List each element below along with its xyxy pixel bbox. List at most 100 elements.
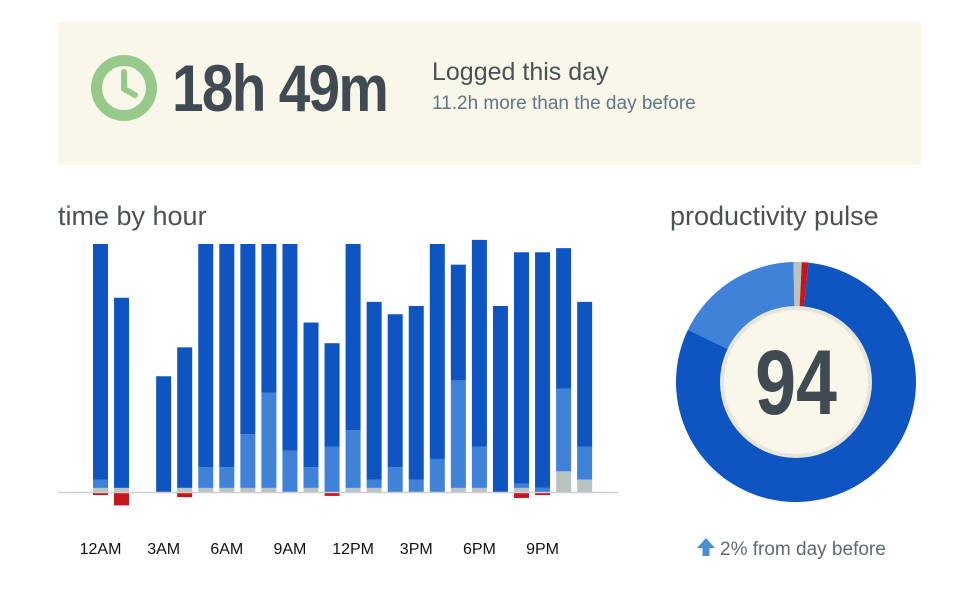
time-by-hour-title: time by hour	[58, 201, 207, 231]
bar-segment-productive	[450, 380, 466, 488]
bar-12PM[interactable]	[345, 244, 361, 492]
bar-segment-productive	[93, 479, 108, 488]
bar-segment-productive	[387, 467, 403, 492]
bar-segment-distracting	[93, 493, 108, 496]
bar-segment-productive	[324, 446, 340, 492]
logged-title: Logged this day	[432, 58, 609, 86]
bar-segment-very_productive	[492, 306, 508, 492]
bar-segment-very_productive	[577, 301, 593, 447]
pulse-change-text: 2% from day before	[720, 539, 886, 560]
bar-segment-very_productive	[514, 252, 529, 484]
bar-segment-productive	[219, 467, 235, 488]
logged-comparison: 11.2h more than the day before	[432, 93, 696, 114]
bar-segment-productive	[577, 446, 593, 480]
bar-segment-productive	[303, 467, 319, 488]
bar-segment-very_productive	[156, 376, 172, 492]
pulse-score: 94	[755, 331, 837, 434]
bar-segment-distracting	[114, 493, 130, 506]
bar-8PM[interactable]	[514, 252, 529, 498]
bar-10PM[interactable]	[556, 248, 572, 492]
bar-segment-productive	[471, 446, 487, 488]
bar-9PM[interactable]	[535, 252, 551, 496]
bar-segment-very_productive	[198, 244, 214, 468]
bar-segment-distracting	[514, 493, 529, 498]
bar-9AM[interactable]	[282, 244, 298, 492]
bar-segment-neutral	[366, 487, 382, 492]
clock-icon	[91, 55, 157, 121]
x-tick-label: 6AM	[210, 541, 243, 558]
bar-segment-distracting	[324, 493, 340, 496]
bar-segment-very_productive	[303, 322, 319, 468]
bar-5PM[interactable]	[450, 264, 466, 492]
arrow-up-icon	[697, 538, 715, 556]
bar-segment-neutral	[93, 487, 108, 492]
bar-segment-productive	[240, 434, 256, 488]
bar-segment-neutral	[240, 487, 256, 492]
bar-segment-very_productive	[177, 347, 193, 488]
bar-11PM[interactable]	[577, 301, 593, 492]
bar-7AM[interactable]	[240, 244, 256, 492]
x-tick-label: 9AM	[273, 541, 306, 558]
bar-segment-neutral	[514, 487, 529, 492]
bar-11AM[interactable]	[324, 343, 340, 496]
bar-segment-very_productive	[114, 297, 130, 488]
bar-1PM[interactable]	[366, 301, 382, 492]
bar-segment-productive	[198, 467, 214, 488]
bar-segment-neutral	[556, 471, 572, 492]
bar-segment-neutral	[345, 487, 361, 492]
total-time: 18h 49m	[172, 51, 389, 125]
bar-segment-productive	[429, 458, 445, 492]
bar-segment-very_productive	[535, 252, 551, 488]
bar-segment-neutral	[114, 487, 130, 492]
bar-segment-productive	[408, 479, 424, 492]
bar-12AM[interactable]	[93, 244, 108, 496]
bar-segment-neutral	[219, 487, 235, 492]
bar-segment-very_productive	[471, 239, 487, 447]
bar-5AM[interactable]	[198, 244, 214, 492]
bar-1AM[interactable]	[114, 297, 130, 506]
bar-segment-very_productive	[366, 301, 382, 480]
bar-7PM[interactable]	[492, 306, 508, 492]
bar-segment-productive	[366, 479, 382, 488]
x-tick-label: 3PM	[400, 541, 433, 558]
bar-segment-very_productive	[450, 264, 466, 381]
bar-segment-neutral	[177, 487, 193, 492]
bar-segment-productive	[282, 450, 298, 492]
bar-6PM[interactable]	[471, 239, 487, 492]
x-tick-label: 6PM	[463, 541, 496, 558]
bar-segment-neutral	[303, 487, 319, 492]
bar-3AM[interactable]	[156, 376, 172, 492]
time-by-hour-chart: 12AM 3AM 6AM 9AM 12PM 3PM 6PM 9PM	[58, 239, 618, 558]
bar-3PM[interactable]	[408, 306, 424, 492]
bar-8AM[interactable]	[261, 244, 277, 492]
bar-segment-distracting	[177, 493, 193, 498]
bar-segment-very_productive	[324, 343, 340, 447]
bar-segment-productive	[514, 483, 529, 488]
productivity-pulse-chart: 94	[676, 262, 916, 502]
pulse-change: 2% from day before	[696, 537, 886, 561]
bar-segment-productive	[535, 487, 551, 492]
bar-segment-very_productive	[282, 244, 298, 451]
productivity-pulse-title: productivity pulse	[670, 201, 879, 231]
bar-2PM[interactable]	[387, 314, 403, 492]
x-tick-label: 12AM	[80, 541, 122, 558]
bar-6AM[interactable]	[219, 244, 235, 492]
bar-segment-very_productive	[387, 314, 403, 468]
bar-segment-very_productive	[240, 244, 256, 435]
bar-segment-neutral	[450, 487, 466, 492]
bar-4AM[interactable]	[177, 347, 193, 498]
bar-10AM[interactable]	[303, 322, 319, 492]
bar-segment-very_productive	[408, 306, 424, 480]
bar-segment-very_productive	[345, 244, 361, 430]
bar-segment-neutral	[198, 487, 214, 492]
x-tick-label: 9PM	[526, 541, 559, 558]
bar-segment-productive	[345, 430, 361, 488]
bar-segment-productive	[556, 388, 572, 472]
bar-segment-productive	[261, 392, 277, 488]
bar-segment-neutral	[261, 487, 277, 492]
bar-4PM[interactable]	[429, 244, 445, 492]
bar-segment-neutral	[471, 487, 487, 492]
x-tick-label: 3AM	[147, 541, 180, 558]
bar-segment-very_productive	[429, 244, 445, 459]
bar-segment-very_productive	[261, 244, 277, 393]
